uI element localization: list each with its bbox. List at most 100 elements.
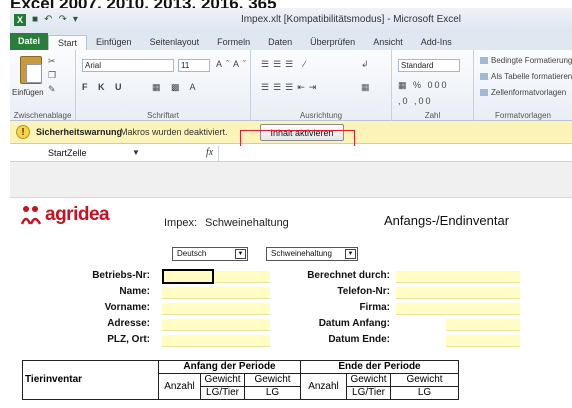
label-telefon-nr: Telefon-Nr:	[337, 286, 390, 297]
agridea-logo: agridea	[20, 204, 110, 226]
col-anzahl-start: Anzahl	[158, 373, 201, 400]
datum-ende-field[interactable]	[446, 335, 520, 347]
col-gewicht-lg-start: Gewicht	[244, 373, 301, 387]
logo-text: agridea	[45, 204, 110, 225]
unit-lg-start: LG	[244, 386, 301, 400]
group-label: Zahl	[424, 111, 441, 120]
name-field[interactable]	[162, 287, 270, 299]
paste-icon[interactable]	[20, 56, 42, 84]
telefon-nr-field[interactable]	[396, 287, 520, 299]
logo-icon	[20, 206, 42, 225]
decimal-icons[interactable]: ,0 ,00	[398, 96, 433, 106]
impex-subtitle: Schweinehaltung	[205, 217, 289, 229]
formula-input-area[interactable]	[10, 162, 572, 198]
label-datum-anfang: Datum Anfang:	[318, 318, 390, 329]
group-label: Ausrichtung	[299, 111, 343, 120]
warning-icon: !	[16, 125, 30, 139]
page-title: Anfangs-/Endinventar	[384, 213, 510, 228]
window-title: Impex.xlt [Kompatibilitätsmodus] - Micro…	[240, 14, 462, 25]
group-clipboard: Einfügen ✂ ❐ ✎ Zwischenablage	[10, 50, 76, 121]
tab-ansicht[interactable]: Ansicht	[364, 35, 412, 50]
vertical-align-icons[interactable]: ☰☰☰ ∕	[261, 59, 309, 70]
number-format-select[interactable]: Standard	[398, 59, 460, 72]
label-name: Name:	[119, 286, 150, 297]
dropdown-arrow-icon[interactable]: ▼	[345, 249, 356, 259]
firma-field[interactable]	[396, 303, 520, 315]
inventory-table: Tierinventar Anfang der Periode Ende der…	[22, 360, 459, 400]
label-berechnet-durch: Berechnet durch:	[307, 270, 390, 281]
horizontal-align-icons[interactable]: ☰☰☰⇤⇥	[261, 82, 320, 93]
bold-italic-underline-icons[interactable]: F K U	[82, 82, 126, 92]
group-label: Zwischenablage	[13, 111, 72, 120]
tab-daten[interactable]: Daten	[259, 35, 301, 50]
tab-seitenlayout[interactable]: Seitenlayout	[141, 35, 209, 50]
formula-bar: StartZelle ▼ fx	[10, 146, 572, 162]
name-box[interactable]: StartZelle	[22, 148, 162, 160]
formula-separator	[218, 146, 219, 162]
tab-start[interactable]: Start	[48, 35, 88, 50]
fx-icon[interactable]: fx	[206, 147, 213, 158]
tab-einfuegen[interactable]: Einfügen	[87, 35, 141, 50]
group-number: Standard ▦ % 000 ,0 ,00 Zahl	[392, 50, 474, 121]
impex-label: Impex:	[164, 217, 198, 229]
label-plz-ort: PLZ, Ort:	[107, 334, 150, 345]
security-warning-message: Makros wurden deaktiviert.	[120, 127, 228, 137]
ribbon-tabs: Datei Start Einfügen Seitenlayout Formel…	[10, 33, 572, 50]
copy-icon[interactable]: ❐	[48, 70, 56, 81]
paste-button[interactable]: Einfügen	[12, 88, 44, 97]
vorname-field[interactable]	[162, 303, 270, 315]
wrap-text-icon[interactable]: ↲	[361, 59, 369, 70]
security-warning-title: Sicherheitswarnung	[36, 127, 123, 137]
label-betriebs-nr: Betriebs-Nr:	[92, 270, 150, 281]
font-name-select[interactable]: Arial	[82, 59, 174, 72]
impex-heading: Impex: Schweinehaltung	[164, 217, 289, 229]
berechnet-durch-field[interactable]	[396, 271, 520, 283]
datum-anfang-field[interactable]	[446, 319, 520, 331]
tab-ueberpruefen[interactable]: Überprüfen	[301, 35, 364, 50]
tab-datei[interactable]: Datei	[10, 33, 49, 50]
language-select[interactable]: Deutsch ▼	[172, 247, 248, 261]
unit-lg-tier-end: LG/Tier	[346, 386, 391, 400]
border-fill-color-icons[interactable]: ▦ ▩ A	[152, 82, 200, 93]
label-adresse: Adresse:	[107, 318, 150, 329]
group-styles: Bedingte Formatierung Als Tabelle format…	[474, 50, 572, 121]
group-font: Arial 11 AˆAˇ F K U ▦ ▩ A Schriftart	[76, 50, 251, 121]
unit-lg-end: LG	[390, 386, 459, 400]
conditional-formatting-button[interactable]: Bedingte Formatierung	[480, 56, 572, 65]
group-alignment: ☰☰☰ ∕ ☰☰☰⇤⇥ ↲ ▦ Ausrichtung	[251, 50, 392, 121]
label-datum-ende: Datum Ende:	[328, 334, 390, 345]
ribbon: Einfügen ✂ ❐ ✎ Zwischenablage Arial 11 A…	[10, 50, 572, 121]
betriebs-nr-cell[interactable]	[162, 269, 214, 284]
period-end-header: Ende der Periode	[300, 360, 459, 374]
font-grow-icon[interactable]: AˆAˇ	[216, 59, 250, 69]
format-as-table-button[interactable]: Als Tabelle formatieren	[480, 72, 572, 81]
col-gewicht-tier-end: Gewicht	[346, 373, 391, 387]
tierinventar-header: Tierinventar	[22, 360, 159, 400]
dropdown-arrow-icon[interactable]: ▼	[235, 249, 246, 259]
plz-ort-field[interactable]	[162, 335, 270, 347]
dropdown-arrow-icon[interactable]: ▼	[132, 148, 140, 157]
col-gewicht-tier-start: Gewicht	[200, 373, 245, 387]
label-vorname: Vorname:	[104, 302, 150, 313]
percent-thousands-icons[interactable]: ▦ % 000	[398, 80, 449, 91]
cut-icon[interactable]: ✂	[48, 56, 56, 67]
label-firma: Firma:	[359, 302, 390, 313]
tab-addins[interactable]: Add-Ins	[412, 35, 461, 50]
font-size-select[interactable]: 11	[178, 59, 210, 72]
category-value: Schweinehaltung	[271, 249, 332, 258]
format-painter-icon[interactable]: ✎	[48, 84, 56, 95]
period-start-header: Anfang der Periode	[158, 360, 301, 374]
cell-styles-button[interactable]: Zellenformatvorlagen	[480, 88, 566, 97]
adresse-field[interactable]	[162, 319, 270, 331]
title-bar: X ■ ↶ ↷ ▾ Impex.xlt [Kompatibilitätsmodu…	[10, 8, 572, 33]
unit-lg-tier-start: LG/Tier	[200, 386, 245, 400]
caption: Excel 2007, 2010, 2013, 2016, 365	[10, 0, 410, 8]
betriebs-nr-field[interactable]	[214, 271, 270, 283]
category-select[interactable]: Schweinehaltung ▼	[266, 247, 358, 261]
col-anzahl-end: Anzahl	[300, 373, 347, 400]
group-label: Formatvorlagen	[494, 111, 552, 120]
merge-icon[interactable]: ▦	[361, 82, 370, 93]
language-value: Deutsch	[177, 249, 207, 258]
group-label: Schriftart	[146, 111, 179, 120]
tab-formeln[interactable]: Formeln	[208, 35, 259, 50]
